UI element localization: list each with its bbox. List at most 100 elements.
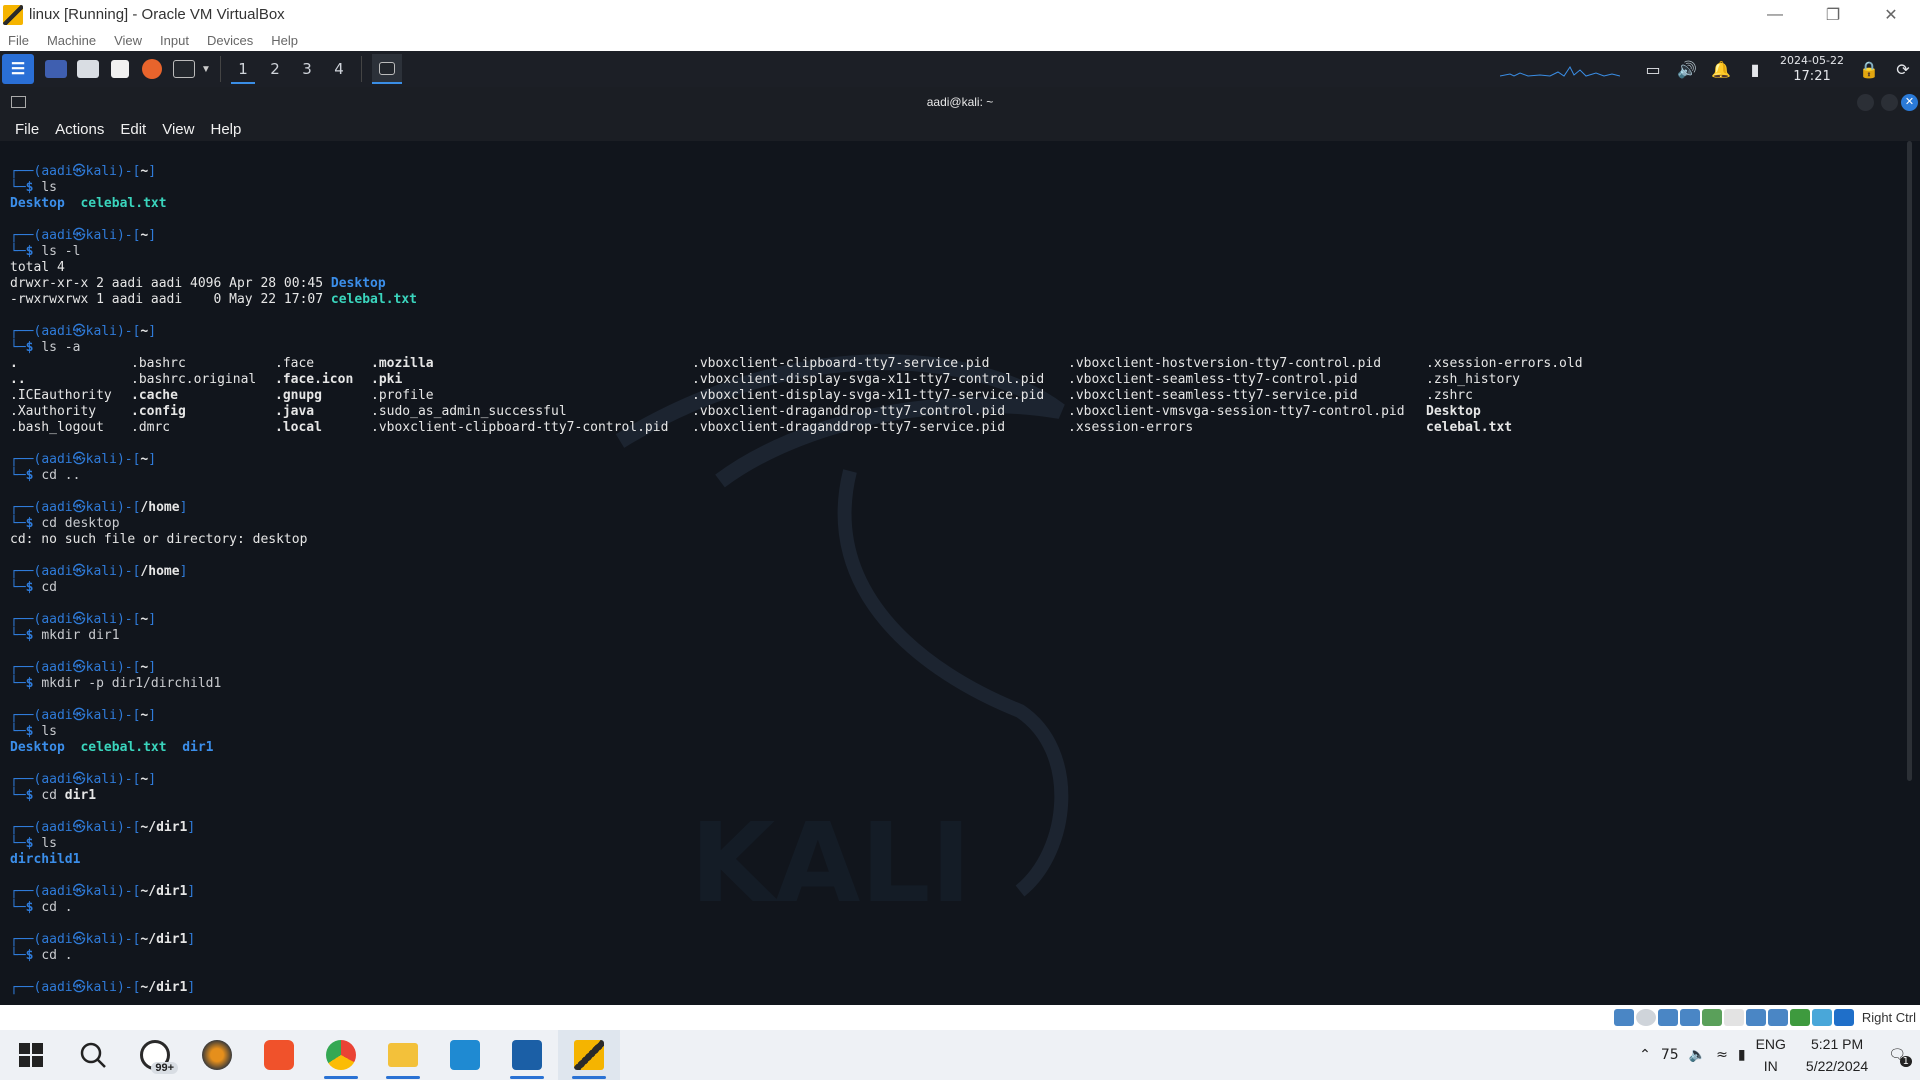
output-line: total 4 [10, 260, 65, 275]
ls-output: Desktop celebal.txt dir1 [10, 740, 214, 755]
shared-folder-icon[interactable] [1724, 1009, 1744, 1026]
vscode-taskbar-icon[interactable] [434, 1030, 496, 1080]
workspace-2[interactable]: 2 [259, 54, 291, 84]
command-line: └─$ cd .. [10, 468, 81, 483]
ls-a-entry: .vboxclient-clipboard-tty7-service.pid [692, 356, 990, 371]
virtualbox-manager-taskbar-icon[interactable] [496, 1030, 558, 1080]
chrome-taskbar-icon[interactable] [310, 1030, 372, 1080]
ls-a-entry: celebal.txt [1426, 420, 1513, 435]
prompt-line: ┌──(aadi㉿kali)-[~/dir1] [10, 820, 196, 835]
vbox-menu-input[interactable]: Input [160, 33, 189, 48]
ls-output: dirchild1 [10, 852, 81, 867]
lock-icon[interactable]: 🔒 [1852, 60, 1886, 79]
app-icon [202, 1040, 232, 1070]
terminal-close-button[interactable]: ✕ [1901, 94, 1918, 111]
volume-icon[interactable]: 🔊 [1670, 60, 1704, 79]
chevron-up-icon[interactable]: ⌃ [1639, 1047, 1651, 1063]
battery-percent[interactable]: 75 [1661, 1047, 1679, 1063]
app-taskbar-icon[interactable] [186, 1030, 248, 1080]
kali-panel: ☰ ▼ 1 2 3 4 ▭ 🔊 🔔 ▮ 2024-05-22 17:21 🔒 ⟳ [0, 51, 1920, 87]
workspace-3[interactable]: 3 [291, 54, 323, 84]
output-line: cd: no such file or directory: desktop [10, 532, 308, 547]
battery-icon[interactable]: ▮ [1738, 1047, 1746, 1063]
ls-a-entry: . [10, 356, 18, 371]
terminal-minimize-button[interactable] [1857, 94, 1874, 111]
text-editor-icon[interactable] [106, 54, 134, 84]
optical-drive-icon[interactable] [1636, 1009, 1656, 1026]
notification-bell-icon[interactable]: 🔔 [1704, 60, 1738, 79]
notification-center-icon[interactable]: 🗨 1 [1888, 1047, 1912, 1067]
guest-additions-icon[interactable] [1812, 1009, 1832, 1026]
ls-a-entry: Desktop [1426, 404, 1481, 419]
terminal-icon[interactable] [170, 54, 198, 84]
hdd-icon[interactable] [1614, 1009, 1634, 1026]
cpu-activity-icon[interactable] [1790, 1009, 1810, 1026]
file-explorer-taskbar-icon[interactable] [372, 1030, 434, 1080]
brave-icon [264, 1040, 294, 1070]
prompt-line: ┌──(aadi㉿kali)-[~] [10, 772, 157, 787]
term-menu-actions[interactable]: Actions [55, 121, 104, 138]
kali-menu-icon[interactable]: ☰ [2, 54, 34, 84]
search-button[interactable] [62, 1030, 124, 1080]
audio-icon[interactable] [1658, 1009, 1678, 1026]
terminal-scrollbar[interactable] [1907, 141, 1912, 781]
minimize-button[interactable]: — [1746, 0, 1804, 29]
term-menu-help[interactable]: Help [210, 121, 241, 138]
ls-a-entry: .dmrc [131, 420, 171, 435]
recording-icon[interactable] [1768, 1009, 1788, 1026]
ls-a-entry: .vboxclient-draganddrop-tty7-service.pid [692, 420, 1006, 435]
ls-a-entry: .bashrc [131, 356, 186, 371]
firefox-icon[interactable] [138, 54, 166, 84]
vbox-menu-help[interactable]: Help [271, 33, 298, 48]
network-icon[interactable] [1680, 1009, 1700, 1026]
logout-icon[interactable]: ⟳ [1886, 60, 1920, 79]
whatsapp-taskbar-icon[interactable]: 99+ [124, 1030, 186, 1080]
terminal-titlebar: aadi@kali: ~ ✕ [0, 87, 1920, 117]
chevron-down-icon[interactable]: ▼ [198, 54, 214, 84]
mouse-integration-icon[interactable] [1834, 1009, 1854, 1026]
start-button[interactable] [0, 1030, 62, 1080]
terminal-maximize-button[interactable] [1881, 94, 1898, 111]
display-icon[interactable]: ▭ [1636, 60, 1670, 79]
whatsapp-badge: 99+ [151, 1062, 178, 1074]
terminal-output[interactable]: KALI ┌──(aadi㉿kali)-[~] └─$ ls Desktop cel… [0, 141, 1920, 1005]
ls-a-entry: .zshrc [1426, 388, 1473, 403]
vbox-titlebar: linux [Running] - Oracle VM VirtualBox —… [0, 0, 1920, 29]
ls-a-entry: .ICEauthority [10, 388, 112, 403]
battery-icon[interactable]: ▮ [1738, 60, 1772, 79]
prompt-line: ┌──(aadi㉿kali)-[~/dir1] [10, 884, 196, 899]
panel-clock[interactable]: 2024-05-22 17:21 [1772, 53, 1852, 85]
virtualbox-app-icon [3, 4, 23, 25]
vscode-icon [450, 1040, 480, 1070]
windows-clock[interactable]: 5:21 PM 5/22/2024 [1806, 1033, 1868, 1077]
wifi-icon[interactable]: ≈ [1716, 1047, 1728, 1063]
ls-a-entry: .mozilla [371, 356, 434, 371]
language-indicator[interactable]: ENG IN [1756, 1033, 1786, 1077]
ls-a-entry: .face.icon [275, 372, 354, 387]
usb-icon[interactable] [1702, 1009, 1722, 1026]
speaker-icon[interactable]: 🔈 [1689, 1047, 1706, 1063]
brave-taskbar-icon[interactable] [248, 1030, 310, 1080]
vm-window-taskbar-icon[interactable] [558, 1030, 620, 1080]
ls-output: Desktop celebal.txt [10, 196, 167, 211]
panel-separator [361, 56, 362, 82]
vbox-menu-view[interactable]: View [114, 33, 142, 48]
workspace-4[interactable]: 4 [323, 54, 355, 84]
restore-button[interactable]: ❐ [1804, 0, 1862, 29]
ls-a-entry: .vboxclient-display-svga-x11-tty7-contro… [692, 372, 1045, 387]
display-icon[interactable] [1746, 1009, 1766, 1026]
ls-a-entry: .config [131, 404, 186, 419]
term-menu-file[interactable]: File [15, 121, 39, 138]
term-menu-view[interactable]: View [162, 121, 194, 138]
workspace-1[interactable]: 1 [227, 54, 259, 84]
command-line: └─$ ls [10, 836, 57, 851]
vbox-menu-file[interactable]: File [8, 33, 29, 48]
terminal-menubar: File Actions Edit View Help [0, 117, 1920, 141]
close-button[interactable]: ✕ [1862, 0, 1920, 29]
show-desktop-icon[interactable] [42, 54, 70, 84]
term-menu-edit[interactable]: Edit [120, 121, 146, 138]
taskbar-terminal-window[interactable] [372, 54, 402, 84]
vbox-menu-devices[interactable]: Devices [207, 33, 253, 48]
vbox-menu-machine[interactable]: Machine [47, 33, 96, 48]
file-manager-icon[interactable] [74, 54, 102, 84]
